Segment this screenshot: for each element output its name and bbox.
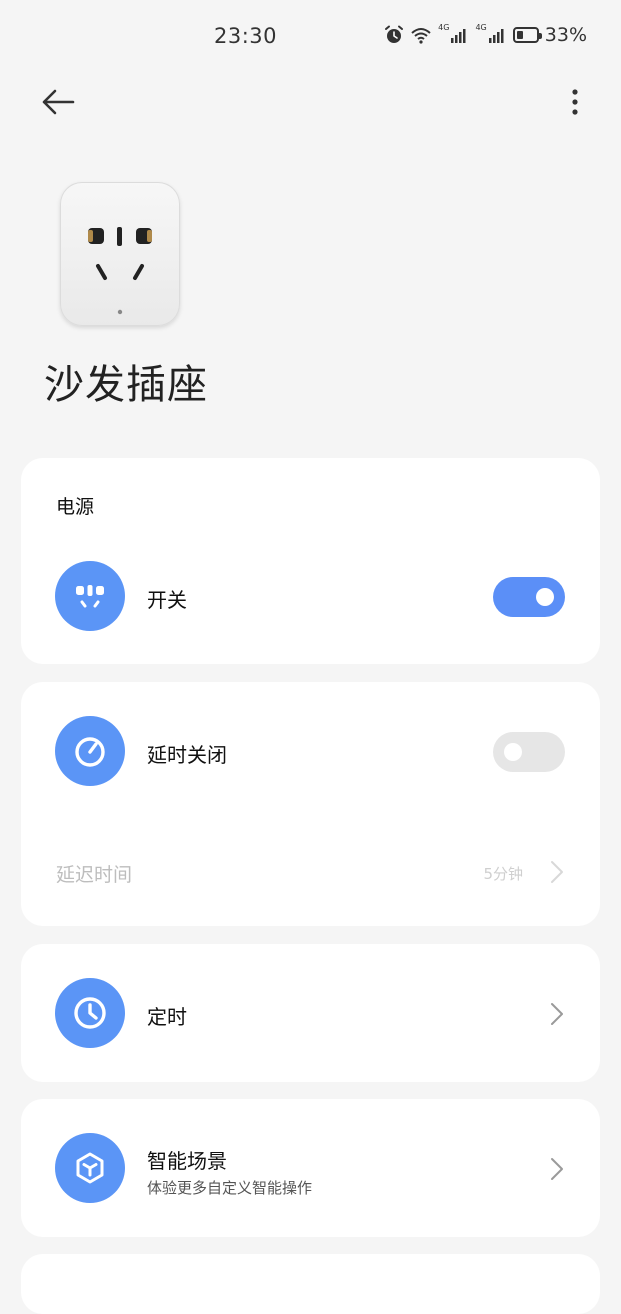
delay-off-card: 延时关闭 延迟时间 5分钟 <box>21 682 600 926</box>
power-switch-row: 开关 <box>21 561 600 633</box>
toggle-knob <box>536 588 554 606</box>
battery-percent: 33% <box>544 24 587 46</box>
signal-icon <box>451 27 469 43</box>
wifi-icon <box>410 26 432 44</box>
power-switch-label: 开关 <box>147 588 187 612</box>
timer-gauge-icon <box>55 716 125 786</box>
status-time: 23:30 <box>214 24 278 48</box>
battery-level <box>516 31 523 39</box>
more-vertical-icon <box>572 89 578 115</box>
device-name: 沙发插座 <box>44 362 208 408</box>
schedule-card[interactable]: 定时 <box>21 944 600 1082</box>
delay-off-label: 延时关闭 <box>147 743 227 767</box>
socket-icon <box>55 561 125 631</box>
smart-scene-card[interactable]: 智能场景 体验更多自定义智能操作 <box>21 1099 600 1237</box>
arrow-left-icon <box>42 89 75 115</box>
more-button[interactable] <box>557 82 593 122</box>
status-bar: 23:30 4G 4G 33% <box>0 0 621 72</box>
toggle-knob <box>504 743 522 761</box>
delay-time-label: 延迟时间 <box>56 864 133 886</box>
signal-icon <box>488 27 507 43</box>
schedule-label: 定时 <box>147 1005 187 1029</box>
delay-time-value: 5分钟 <box>483 865 523 883</box>
top-bar <box>0 72 621 132</box>
back-button[interactable] <box>36 82 80 122</box>
network-type-2: 4G <box>475 23 487 32</box>
clock-icon <box>55 978 125 1048</box>
alarm-icon <box>384 25 404 45</box>
power-card: 电源 开关 <box>21 458 600 664</box>
next-card <box>21 1254 600 1314</box>
power-card-title: 电源 <box>56 496 95 518</box>
chevron-right-icon <box>551 1158 563 1180</box>
chevron-right-icon <box>551 861 563 883</box>
status-icons: 4G 4G 33% <box>384 24 587 46</box>
battery-icon <box>512 27 542 43</box>
chevron-right-icon <box>551 1003 563 1025</box>
power-socket-image <box>60 182 180 326</box>
schedule-row: 定时 <box>21 978 600 1050</box>
delay-off-toggle[interactable] <box>493 732 565 772</box>
delay-off-row: 延时关闭 <box>21 716 600 788</box>
network-type-1: 4G <box>438 23 450 32</box>
power-toggle[interactable] <box>493 577 565 617</box>
smart-scene-label: 智能场景 <box>147 1149 227 1173</box>
cube-icon <box>55 1133 125 1203</box>
smart-scene-sublabel: 体验更多自定义智能操作 <box>147 1179 313 1197</box>
delay-time-row[interactable]: 延迟时间 5分钟 <box>21 850 600 894</box>
smart-scene-row: 智能场景 体验更多自定义智能操作 <box>21 1133 600 1205</box>
